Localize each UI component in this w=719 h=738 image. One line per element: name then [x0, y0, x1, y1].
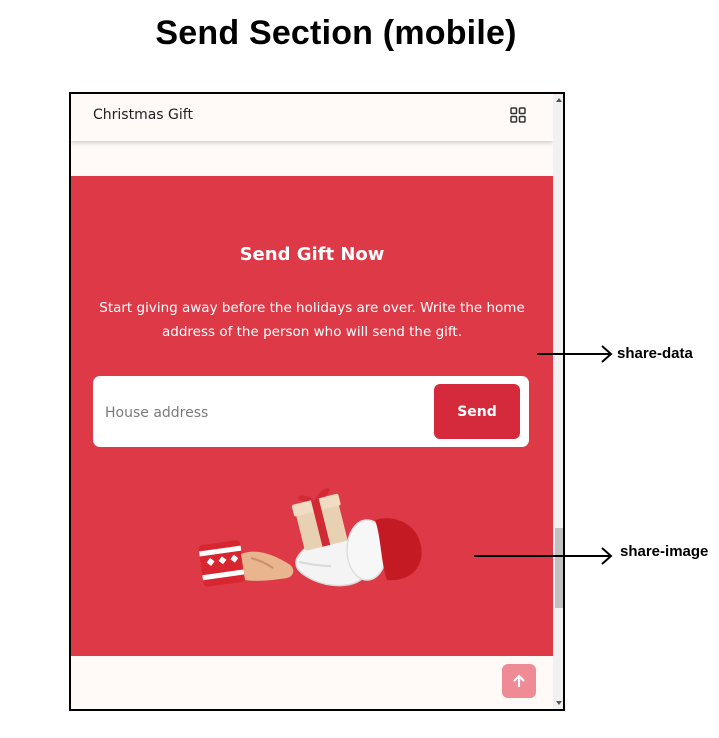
send-section: Send Gift Now Start giving away before t… [71, 176, 553, 656]
annotation-label: share-image [620, 543, 709, 560]
arrow-up-icon [513, 674, 525, 688]
grid-menu-icon[interactable] [510, 107, 526, 123]
brand-logo-text[interactable]: Christmas Gift [93, 107, 193, 123]
mobile-preview-frame: Christmas Gift Send Gift Now Start givin… [69, 92, 565, 711]
scroll-up-arrow-icon[interactable] [556, 98, 562, 102]
page-heading: Send Section (mobile) [155, 14, 517, 52]
section-title: Send Gift Now [239, 244, 385, 265]
gift-handover-illustration [195, 484, 431, 604]
annotation-share-image: share-image [473, 543, 719, 566]
arrow-right-icon [537, 345, 613, 363]
back-to-top-button[interactable] [502, 664, 536, 698]
arrow-right-icon [474, 547, 613, 565]
vertical-scrollbar[interactable] [553, 94, 563, 709]
house-address-input[interactable] [103, 394, 427, 432]
annotation-label: share-data [617, 345, 693, 362]
section-description: Start giving away before the holidays ar… [99, 300, 525, 340]
send-button[interactable]: Send [434, 384, 520, 439]
navbar: Christmas Gift [71, 94, 553, 141]
scroll-thumb[interactable] [555, 528, 563, 608]
annotation-share-data: share-data [536, 344, 719, 364]
scroll-down-arrow-icon[interactable] [556, 701, 562, 705]
send-form: Send [93, 376, 529, 447]
